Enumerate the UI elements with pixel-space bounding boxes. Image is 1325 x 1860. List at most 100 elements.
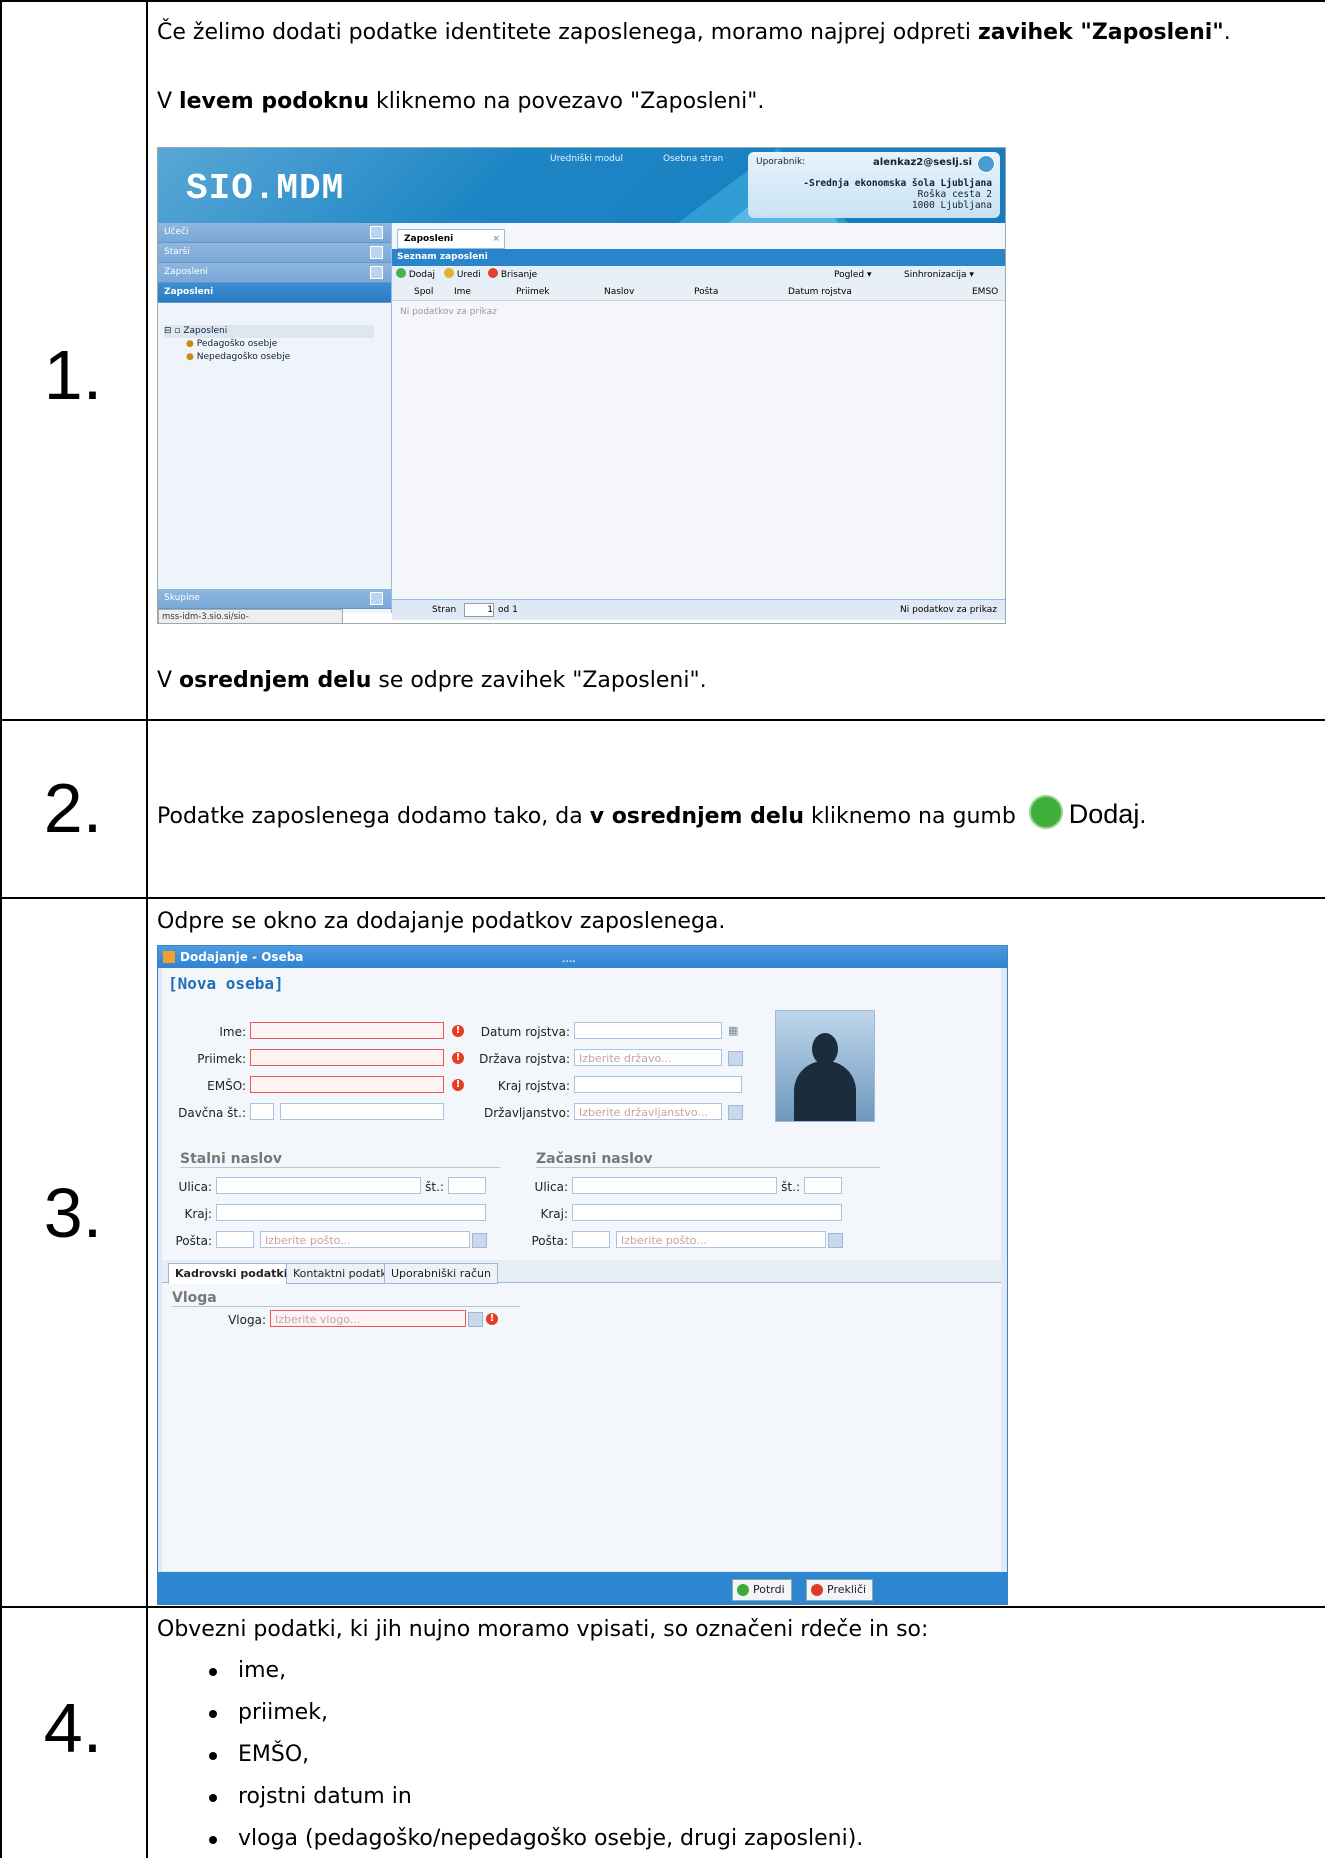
view-button[interactable]: Pogled ▾: [834, 266, 871, 284]
role-select[interactable]: Izberite vlogo...: [270, 1310, 466, 1327]
accordion-parents[interactable]: Starši: [158, 243, 391, 263]
expand-icon[interactable]: [370, 226, 383, 239]
user-email: alenkaz2@seslj.si: [873, 157, 972, 168]
school-city: 1000 Ljubljana: [911, 200, 992, 211]
calendar-icon[interactable]: ▦: [728, 1024, 738, 1037]
people-icon: ●: [186, 339, 194, 349]
column-header[interactable]: Pošta: [694, 284, 718, 300]
birth-country-select[interactable]: Izberite državo...: [574, 1049, 722, 1066]
accordion-parents-label: Starši: [164, 247, 190, 257]
menu-personal-page[interactable]: Osebna stran: [663, 154, 723, 164]
accordion-employees-active[interactable]: Zaposleni: [158, 283, 391, 303]
expand-icon[interactable]: [370, 246, 383, 259]
city-field[interactable]: [216, 1204, 486, 1221]
tree-item-nonpedagogical[interactable]: ● Nepedagoško osebje: [164, 351, 374, 364]
logout-icon[interactable]: [977, 155, 995, 173]
tab-user-account[interactable]: Uporabniški račun: [384, 1263, 498, 1284]
tree-root[interactable]: ⊟ ▫ Zaposleni: [164, 325, 374, 338]
column-header[interactable]: Spol: [414, 284, 433, 300]
list-item: rojstni datum in: [157, 1776, 863, 1818]
post-code-field[interactable]: [216, 1231, 254, 1248]
tax-number-label: Davčna št.:: [178, 1106, 246, 1120]
step-number-2: 2.: [43, 769, 103, 847]
temp-house-number-field[interactable]: [804, 1177, 842, 1194]
step-number-4: 4.: [43, 1689, 103, 1767]
tab-staff-data[interactable]: Kadrovski podatki: [168, 1263, 295, 1284]
edit-button[interactable]: Uredi: [444, 266, 481, 284]
tab-employees[interactable]: Zaposleni ×: [397, 229, 505, 249]
tree-item-pedagogical[interactable]: ● Pedagoško osebje: [164, 338, 374, 351]
sync-button[interactable]: Sinhronizacija ▾: [904, 266, 974, 284]
school-info: -Srednja ekonomska šola Ljubljana Roška …: [803, 178, 992, 211]
user-box: Uporabnik: alenkaz2@seslj.si -Srednja ek…: [748, 152, 1000, 218]
street-field[interactable]: [216, 1177, 421, 1194]
tree-item-pedagogical-label: Pedagoško osebje: [196, 339, 278, 349]
add-button-image-label: Dodaj: [1068, 799, 1140, 829]
chevron-down-icon[interactable]: [728, 1105, 743, 1120]
tab-contact-data[interactable]: Kontaktni podatki: [286, 1263, 397, 1284]
citizenship-select[interactable]: Izberite državljanstvo...: [574, 1103, 722, 1120]
row-divider-3: [0, 1606, 1325, 1608]
birth-country-label: Država rojstva:: [479, 1052, 570, 1066]
first-name-field[interactable]: [250, 1022, 444, 1039]
chevron-down-icon[interactable]: [728, 1051, 743, 1066]
table-border-left: [0, 0, 2, 1858]
chevron-down-icon[interactable]: [472, 1233, 487, 1248]
list-item: vloga (pedagoško/nepedagoško osebje, dru…: [157, 1818, 863, 1860]
house-number-field[interactable]: [448, 1177, 486, 1194]
add-button-label: Dodaj: [408, 270, 436, 280]
dialog-footer: Potrdi Prekliči: [158, 1572, 1007, 1604]
confirm-button[interactable]: Potrdi: [732, 1579, 792, 1601]
list-item: priimek,: [157, 1692, 863, 1734]
list-title-bar: Seznam zaposleni: [392, 249, 1005, 266]
street-label: Ulica:: [178, 1180, 212, 1194]
accordion-groups[interactable]: Skupine: [158, 589, 391, 609]
temp-post-code-field[interactable]: [572, 1231, 610, 1248]
temp-post-select[interactable]: Izberite pošto...: [616, 1231, 826, 1248]
table-border-top: [0, 0, 1325, 2]
collapse-icon[interactable]: [370, 266, 383, 279]
pager-status: Ni podatkov za prikaz: [900, 605, 997, 615]
column-header[interactable]: Naslov: [604, 284, 634, 300]
role-label: Vloga:: [228, 1313, 266, 1327]
column-header[interactable]: Datum rojstva: [788, 284, 852, 300]
chevron-down-icon[interactable]: [468, 1312, 483, 1327]
post-label: Pošta:: [175, 1234, 212, 1248]
step1-paragraph-3: V osrednjem delu se odpre zavihek "Zapos…: [157, 668, 707, 693]
tax-number-field[interactable]: [280, 1103, 444, 1120]
column-header[interactable]: Ime: [454, 284, 471, 300]
accordion-employees[interactable]: Zaposleni: [158, 263, 391, 283]
grid-empty-message: Ni podatkov za prikaz: [400, 307, 497, 317]
warning-icon: !: [486, 1313, 498, 1325]
emso-field[interactable]: [250, 1076, 444, 1093]
column-header[interactable]: Priimek: [516, 284, 550, 300]
chevron-down-icon[interactable]: [828, 1233, 843, 1248]
cancel-button[interactable]: Prekliči: [806, 1579, 874, 1601]
post-select[interactable]: Izberite pošto...: [260, 1231, 470, 1248]
role-section-heading: Vloga: [172, 1290, 520, 1307]
birth-date-field[interactable]: [574, 1022, 722, 1039]
tax-prefix-field[interactable]: [250, 1103, 274, 1120]
expand-icon[interactable]: [370, 592, 383, 605]
person-photo[interactable]: [775, 1010, 875, 1122]
delete-button[interactable]: Brisanje: [488, 266, 537, 284]
people-icon: ●: [186, 352, 194, 362]
app-header: SIO.MDM Uredniški modul Osebna stran Upo…: [158, 148, 1005, 223]
pager-page-input[interactable]: 1: [464, 603, 494, 617]
birth-date-label: Datum rojstva:: [480, 1025, 570, 1039]
temporary-address-heading: Začasni naslov: [536, 1151, 880, 1168]
citizenship-label: Državljanstvo:: [484, 1106, 570, 1120]
temp-city-field[interactable]: [572, 1204, 842, 1221]
add-button[interactable]: Dodaj: [396, 266, 435, 284]
temp-street-field[interactable]: [572, 1177, 777, 1194]
accordion-students[interactable]: Učeči: [158, 223, 391, 243]
close-icon[interactable]: ×: [492, 230, 500, 248]
emso-label: EMŠO:: [207, 1079, 246, 1093]
last-name-field[interactable]: [250, 1049, 444, 1066]
accordion-students-label: Učeči: [164, 227, 189, 237]
column-header[interactable]: EMSO: [972, 284, 998, 300]
menu-editor-module[interactable]: Uredniški modul: [550, 154, 623, 164]
house-number-label: št.:: [425, 1180, 444, 1194]
birth-place-field[interactable]: [574, 1076, 742, 1093]
dialog-tabs: Kadrovski podatki Kontaktni podatki Upor…: [162, 1260, 1001, 1284]
